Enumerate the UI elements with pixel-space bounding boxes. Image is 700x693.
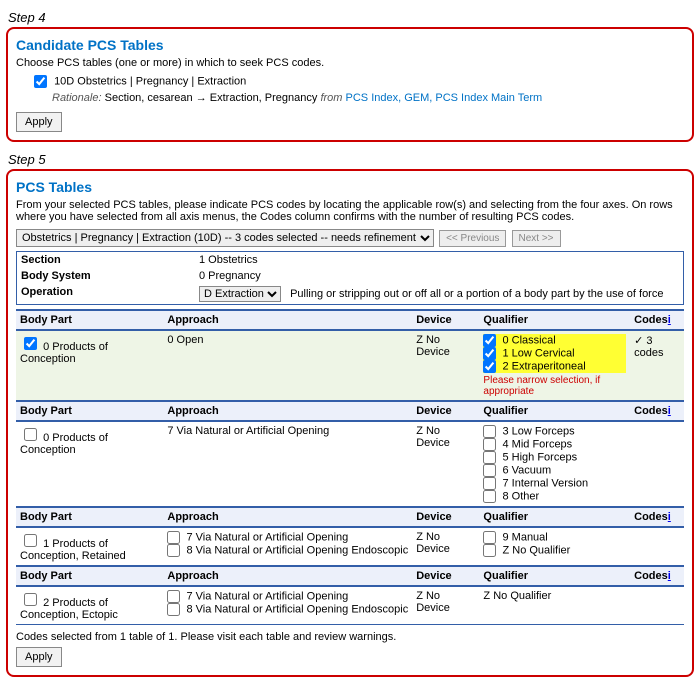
qualifier-checkbox[interactable] bbox=[483, 425, 496, 438]
rationale-link[interactable]: PCS Index, GEM, PCS Index Main Term bbox=[346, 92, 543, 104]
bodypart-option[interactable]: 0 Products of Conception bbox=[20, 432, 108, 456]
rationale-from: from bbox=[320, 92, 342, 104]
approach-option[interactable]: 8 Via Natural or Artificial Opening Endo… bbox=[167, 544, 408, 557]
qualifier-group-selected: 0 Classical 1 Low Cervical 2 Extraperito… bbox=[483, 334, 626, 373]
bodypart-option[interactable]: 2 Products of Conception, Ectopic bbox=[20, 597, 118, 621]
bodypart-option[interactable]: 0 Products of Conception bbox=[20, 341, 108, 365]
rationale: Rationale: Section, cesarean → Extractio… bbox=[52, 92, 684, 104]
qualifier-checkbox[interactable] bbox=[483, 334, 496, 347]
candidate-checkbox[interactable] bbox=[34, 75, 47, 88]
codes-info-icon[interactable]: i bbox=[668, 570, 671, 582]
qualifier-option[interactable]: 0 Classical bbox=[483, 334, 626, 347]
table-row: 0 Products of Conception 0 Open Z No Dev… bbox=[16, 330, 684, 401]
bodypart-checkbox[interactable] bbox=[24, 534, 37, 547]
approach-checkbox[interactable] bbox=[167, 531, 180, 544]
qualifier-checkbox[interactable] bbox=[483, 544, 496, 557]
step4-title: Candidate PCS Tables bbox=[16, 37, 684, 53]
qualifier-option[interactable]: Z No Qualifier bbox=[483, 544, 626, 557]
h-approach: Approach bbox=[163, 310, 412, 330]
qualifier-checkbox[interactable] bbox=[483, 531, 496, 544]
approach-checkbox[interactable] bbox=[167, 603, 180, 616]
operation-desc: Pulling or stripping out or off all or a… bbox=[290, 288, 663, 300]
device-value: Z No Device bbox=[412, 421, 479, 507]
step5-label: Step 5 bbox=[8, 152, 694, 167]
table-row: 0 Products of Conception 7 Via Natural o… bbox=[16, 421, 684, 507]
qualifier-checkbox[interactable] bbox=[483, 477, 496, 490]
header-row: Body PartApproachDeviceQualifierCodesi bbox=[16, 566, 684, 586]
h-codes: Codesi bbox=[630, 310, 684, 330]
qualifier-value: Z No Qualifier bbox=[479, 586, 630, 625]
codes-info-icon[interactable]: i bbox=[668, 405, 671, 417]
qualifier-option[interactable]: 3 Low Forceps bbox=[483, 425, 626, 438]
prev-button[interactable]: << Previous bbox=[439, 230, 506, 247]
step4-panel: Candidate PCS Tables Choose PCS tables (… bbox=[6, 27, 694, 142]
approach-option[interactable]: 7 Via Natural or Artificial Opening bbox=[167, 531, 408, 544]
bodysys-value: 0 Pregnancy bbox=[195, 268, 684, 284]
next-button[interactable]: Next >> bbox=[512, 230, 561, 247]
rationale-label: Rationale: bbox=[52, 92, 102, 104]
qualifier-option[interactable]: 4 Mid Forceps bbox=[483, 438, 626, 451]
bodypart-checkbox[interactable] bbox=[24, 428, 37, 441]
candidate-label: 10D Obstetrics | Pregnancy | Extraction bbox=[54, 75, 246, 87]
qualifier-option[interactable]: 5 High Forceps bbox=[483, 451, 626, 464]
device-value: Z No Device bbox=[412, 330, 479, 401]
device-value: Z No Device bbox=[412, 586, 479, 625]
h-device: Device bbox=[412, 310, 479, 330]
operation-label: Operation bbox=[17, 284, 196, 305]
codes-info-icon[interactable]: i bbox=[668, 314, 671, 326]
qualifier-option[interactable]: 7 Internal Version bbox=[483, 477, 626, 490]
qualifier-option[interactable]: 8 Other bbox=[483, 490, 626, 503]
candidate-row: 10D Obstetrics | Pregnancy | Extraction bbox=[16, 75, 684, 88]
qualifier-checkbox[interactable] bbox=[483, 451, 496, 464]
apply-button-step5[interactable]: Apply bbox=[16, 647, 62, 667]
footnote: Codes selected from 1 table of 1. Please… bbox=[16, 631, 684, 643]
approach-checkbox[interactable] bbox=[167, 590, 180, 603]
step4-label: Step 4 bbox=[8, 10, 694, 25]
rationale-text: Section, cesarean → Extraction, Pregnanc… bbox=[105, 92, 321, 104]
approach-option[interactable]: 8 Via Natural or Artificial Opening Endo… bbox=[167, 603, 408, 616]
step5-title: PCS Tables bbox=[16, 179, 684, 195]
approach-checkbox[interactable] bbox=[167, 544, 180, 557]
h-bodypart: Body Part bbox=[16, 310, 163, 330]
axes-table: Section 1 Obstetrics Body System 0 Pregn… bbox=[16, 251, 684, 305]
approach-option[interactable]: 7 Via Natural or Artificial Opening bbox=[167, 590, 408, 603]
qualifier-checkbox[interactable] bbox=[483, 490, 496, 503]
qualifier-option[interactable]: 6 Vacuum bbox=[483, 464, 626, 477]
section-label: Section bbox=[17, 252, 196, 269]
approach-value: 0 Open bbox=[163, 330, 412, 401]
device-value: Z No Device bbox=[412, 527, 479, 566]
step5-instruction: From your selected PCS tables, please in… bbox=[16, 199, 684, 223]
bodypart-checkbox[interactable] bbox=[24, 593, 37, 606]
operation-select[interactable]: D Extraction bbox=[199, 286, 281, 302]
qualifier-checkbox[interactable] bbox=[483, 347, 496, 360]
qualifier-option[interactable]: 2 Extraperitoneal bbox=[483, 360, 626, 373]
h-qualifier: Qualifier bbox=[479, 310, 630, 330]
narrow-warning: Please narrow selection, if appropriate bbox=[483, 375, 626, 397]
header-row: Body PartApproachDeviceQualifierCodesi bbox=[16, 401, 684, 421]
table-row: 2 Products of Conception, Ectopic 7 Via … bbox=[16, 586, 684, 625]
qualifier-checkbox[interactable] bbox=[483, 464, 496, 477]
section-value: 1 Obstetrics bbox=[195, 252, 684, 269]
qualifier-option[interactable]: 9 Manual bbox=[483, 531, 626, 544]
table-row: 1 Products of Conception, Retained 7 Via… bbox=[16, 527, 684, 566]
table-toolbar: Obstetrics | Pregnancy | Extraction (10D… bbox=[16, 229, 684, 247]
header-row: Body Part Approach Device Qualifier Code… bbox=[16, 310, 684, 330]
header-row: Body PartApproachDeviceQualifierCodesi bbox=[16, 507, 684, 527]
qualifier-group: 3 Low Forceps 4 Mid Forceps 5 High Force… bbox=[483, 425, 626, 503]
bodypart-checkbox[interactable] bbox=[24, 337, 37, 350]
bodypart-option[interactable]: 1 Products of Conception, Retained bbox=[20, 538, 126, 562]
apply-button-step4[interactable]: Apply bbox=[16, 112, 62, 132]
bodysys-label: Body System bbox=[17, 268, 196, 284]
approach-value: 7 Via Natural or Artificial Opening bbox=[163, 421, 412, 507]
pcs-grid: Body Part Approach Device Qualifier Code… bbox=[16, 309, 684, 625]
table-selector[interactable]: Obstetrics | Pregnancy | Extraction (10D… bbox=[16, 229, 434, 247]
qualifier-checkbox[interactable] bbox=[483, 438, 496, 451]
qualifier-option[interactable]: 1 Low Cervical bbox=[483, 347, 626, 360]
codes-count: 3 codes bbox=[634, 335, 663, 359]
step5-panel: PCS Tables From your selected PCS tables… bbox=[6, 169, 694, 677]
codes-info-icon[interactable]: i bbox=[668, 511, 671, 523]
step4-instruction: Choose PCS tables (one or more) in which… bbox=[16, 57, 684, 69]
qualifier-checkbox[interactable] bbox=[483, 360, 496, 373]
